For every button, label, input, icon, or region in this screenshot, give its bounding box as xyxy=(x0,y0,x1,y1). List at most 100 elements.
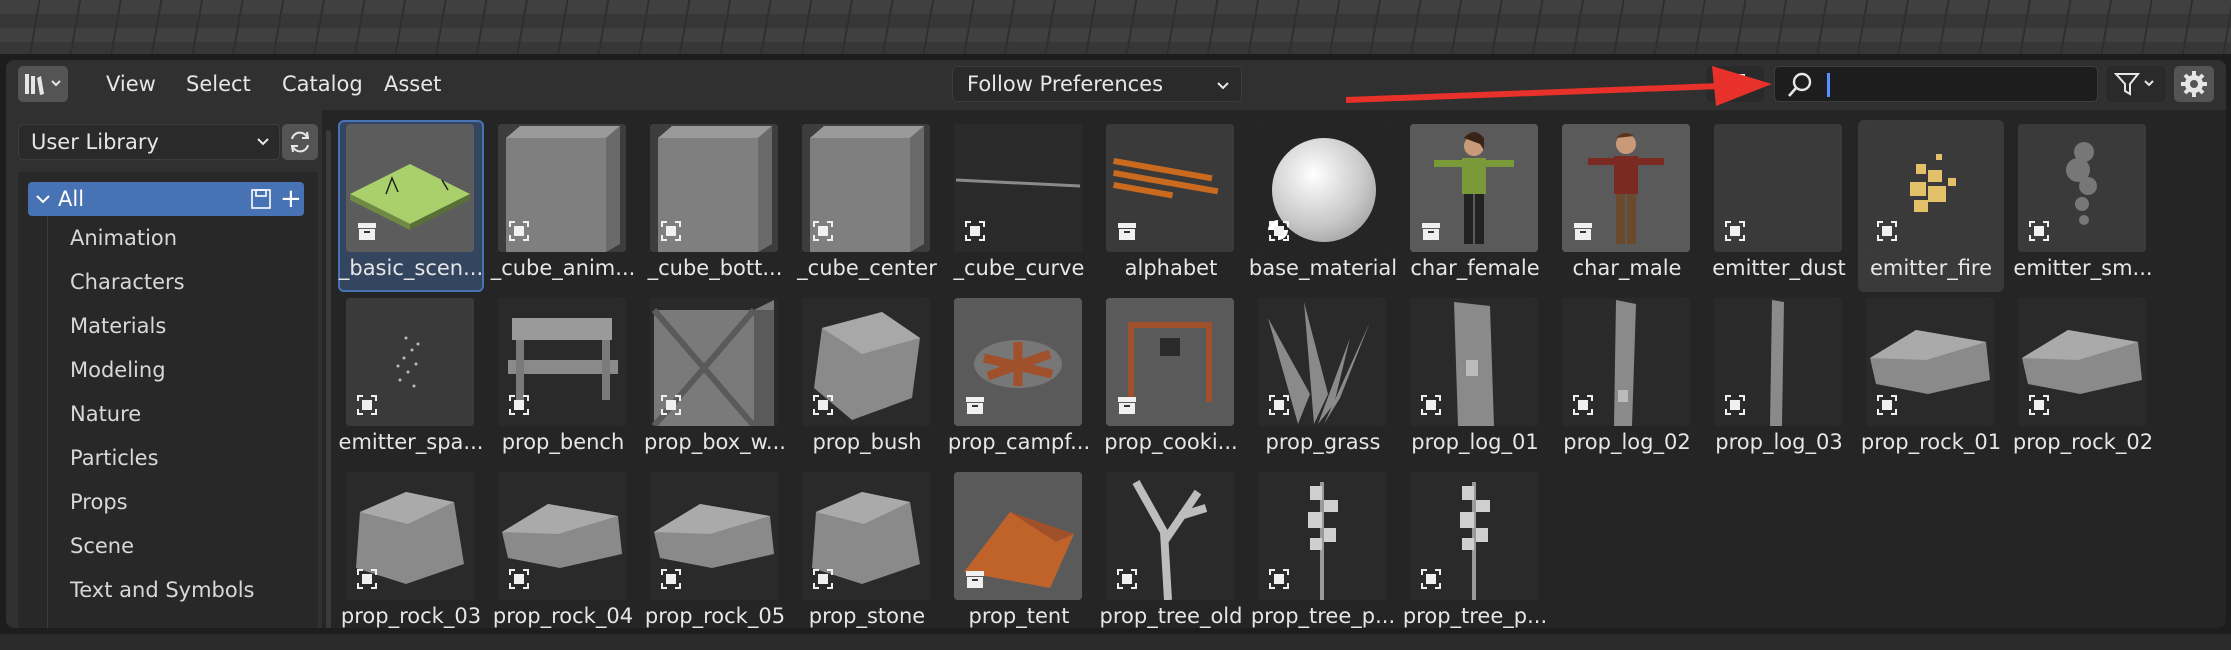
filter-dropdown[interactable] xyxy=(2106,66,2166,102)
asset-thumbnail xyxy=(650,472,778,600)
asset-name: prop_log_03 xyxy=(1715,430,1843,454)
asset-tile[interactable]: _basic_scen... xyxy=(338,120,484,292)
archive-icon xyxy=(1118,223,1136,240)
asset-thumbnail xyxy=(1258,124,1386,252)
catalog-item-props[interactable]: Props xyxy=(70,486,128,518)
asset-thumbnail xyxy=(1106,472,1234,600)
asset-tile[interactable]: prop_cooki... xyxy=(1098,294,1244,466)
object-icon xyxy=(661,395,681,415)
object-icon xyxy=(1421,569,1441,589)
asset-grid: _basic_scen... _cube_anim... _cube_bott...… xyxy=(338,120,2218,628)
asset-name: prop_tree_p... xyxy=(1250,604,1396,628)
refresh-icon xyxy=(290,131,310,153)
asset-tile[interactable]: prop_tree_old xyxy=(1098,468,1244,628)
library-dropdown[interactable]: User Library xyxy=(18,124,280,160)
asset-tile[interactable]: prop_bush xyxy=(794,294,940,466)
add-catalog-icon[interactable]: + xyxy=(280,182,302,216)
asset-tile[interactable]: prop_tent xyxy=(946,468,1092,628)
asset-name: prop_log_02 xyxy=(1563,430,1691,454)
asset-tile[interactable]: prop_rock_02 xyxy=(2010,294,2156,466)
chevron-down-icon xyxy=(1217,82,1229,90)
asset-name: _cube_anim... xyxy=(490,256,636,280)
save-catalogs-icon[interactable] xyxy=(250,188,272,210)
object-icon xyxy=(357,395,377,415)
object-icon xyxy=(1117,569,1137,589)
catalog-item-materials[interactable]: Materials xyxy=(70,310,166,342)
asset-tile[interactable]: prop_log_02 xyxy=(1554,294,1700,466)
asset-tile[interactable]: prop_log_01 xyxy=(1402,294,1548,466)
catalog-item-nature[interactable]: Nature xyxy=(70,398,141,430)
asset-tile[interactable]: char_male xyxy=(1554,120,1700,292)
asset-thumbnail xyxy=(1106,124,1234,252)
asset-thumbnail xyxy=(1866,298,1994,426)
asset-thumbnail xyxy=(1106,298,1234,426)
asset-tile[interactable]: _cube_anim... xyxy=(490,120,636,292)
menu-view[interactable]: View xyxy=(98,66,164,102)
asset-name: prop_cooki... xyxy=(1104,430,1238,454)
asset-name: prop_grass xyxy=(1265,430,1381,454)
asset-thumbnail xyxy=(2018,298,2146,426)
asset-library-icon xyxy=(25,74,61,95)
asset-thumbnail xyxy=(1562,298,1690,426)
asset-tile[interactable]: _cube_center xyxy=(794,120,940,292)
asset-tile[interactable]: char_female xyxy=(1402,120,1548,292)
refresh-library-button[interactable] xyxy=(282,124,318,160)
asset-tile[interactable]: prop_grass xyxy=(1250,294,1396,466)
asset-tile[interactable]: prop_box_w... xyxy=(642,294,788,466)
asset-thumbnail xyxy=(1866,124,1994,252)
menu-select[interactable]: Select xyxy=(178,66,259,102)
asset-thumbnail xyxy=(1714,124,1842,252)
catalog-item-characters[interactable]: Characters xyxy=(70,266,185,298)
editor-type-button[interactable] xyxy=(18,66,68,102)
asset-tile[interactable]: emitter_spa... xyxy=(338,294,484,466)
asset-thumbnail xyxy=(650,298,778,426)
chevron-down-icon[interactable] xyxy=(34,182,52,216)
asset-tile[interactable]: prop_rock_01 xyxy=(1858,294,2004,466)
settings-button[interactable] xyxy=(2174,66,2214,102)
asset-tile[interactable]: _cube_curve xyxy=(946,120,1092,292)
asset-name: prop_log_01 xyxy=(1411,430,1539,454)
object-icon xyxy=(813,569,833,589)
menu-catalog[interactable]: Catalog xyxy=(274,66,371,102)
object-icon xyxy=(1877,221,1897,241)
asset-tile[interactable]: alphabet xyxy=(1098,120,1244,292)
object-icon xyxy=(1725,395,1745,415)
asset-tile[interactable]: prop_tree_p... xyxy=(1402,468,1548,628)
asset-tile[interactable]: emitter_fire xyxy=(1858,120,2004,292)
object-icon xyxy=(965,221,985,241)
asset-tile[interactable]: prop_stone xyxy=(794,468,940,628)
archive-icon xyxy=(966,397,984,414)
text-cursor xyxy=(1827,73,1830,97)
asset-tile[interactable]: prop_log_03 xyxy=(1706,294,1852,466)
library-value: User Library xyxy=(31,130,159,154)
asset-thumbnail xyxy=(498,472,626,600)
tree-guide-line xyxy=(47,216,48,628)
asset-tile[interactable]: prop_tree_p... xyxy=(1250,468,1396,628)
asset-name: prop_stone xyxy=(808,604,926,628)
asset-tile[interactable]: _cube_bott... xyxy=(642,120,788,292)
catalog-item-scene[interactable]: Scene xyxy=(70,530,134,562)
display-mode-value: Follow Preferences xyxy=(967,72,1164,96)
menu-asset[interactable]: Asset xyxy=(376,66,449,102)
catalog-item-particles[interactable]: Particles xyxy=(70,442,159,474)
asset-tile[interactable]: prop_bench xyxy=(490,294,636,466)
asset-name: _cube_curve xyxy=(953,256,1085,280)
asset-tile[interactable]: emitter_dust xyxy=(1706,120,1852,292)
asset-tile[interactable]: prop_rock_04 xyxy=(490,468,636,628)
asset-name: emitter_dust xyxy=(1712,256,1846,280)
catalog-all[interactable]: All + xyxy=(28,182,304,216)
sidebar-scrollbar[interactable] xyxy=(326,130,331,628)
asset-tile[interactable]: emitter_sm... xyxy=(2010,120,2156,292)
display-settings-button[interactable] xyxy=(1706,66,1764,102)
asset-tile[interactable]: prop_rock_05 xyxy=(642,468,788,628)
display-mode-dropdown[interactable]: Follow Preferences xyxy=(952,66,1242,102)
catalog-item-text-and-symbols[interactable]: Text and Symbols xyxy=(70,574,255,606)
asset-tile[interactable]: prop_campf... xyxy=(946,294,1092,466)
asset-tile[interactable]: base_material xyxy=(1249,120,1397,292)
catalog-item-animation[interactable]: Animation xyxy=(70,222,177,254)
asset-thumbnail xyxy=(1258,298,1386,426)
search-icon xyxy=(1785,70,1815,100)
catalog-item-modeling[interactable]: Modeling xyxy=(70,354,166,386)
asset-tile[interactable]: prop_rock_03 xyxy=(338,468,484,628)
search-field[interactable] xyxy=(1774,66,2098,102)
